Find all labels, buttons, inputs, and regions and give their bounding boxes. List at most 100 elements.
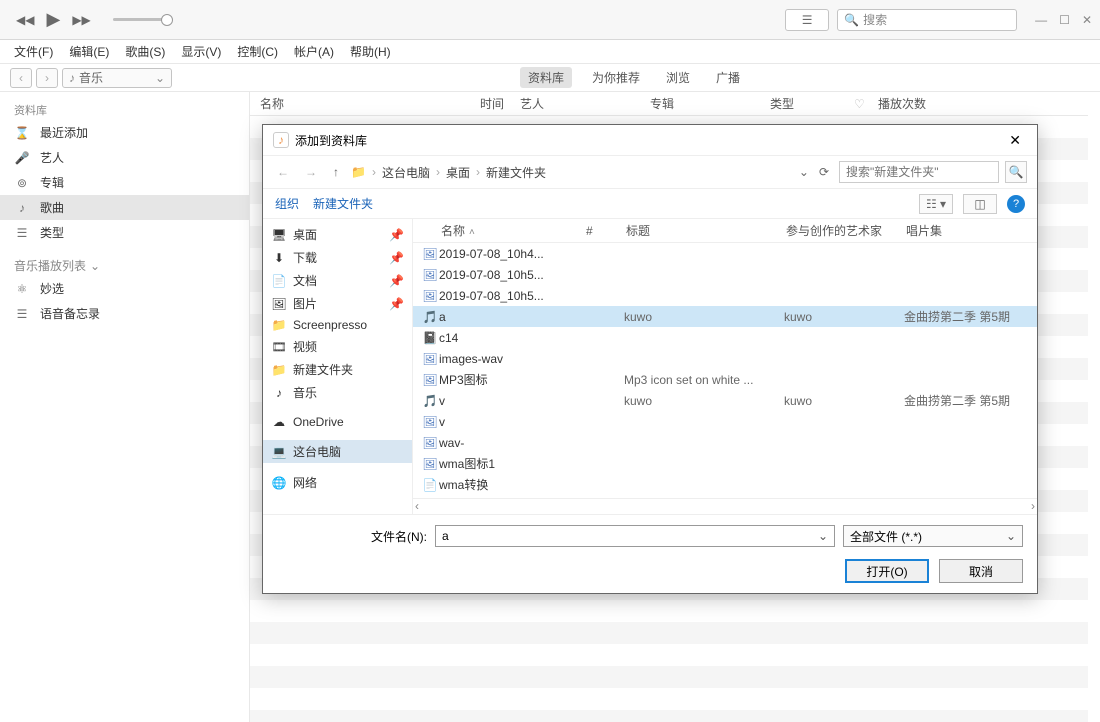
cancel-button[interactable]: 取消 — [939, 559, 1023, 583]
sidebar-item[interactable]: 🎤艺人 — [0, 145, 249, 170]
file-row[interactable]: 🖼wav- — [413, 432, 1037, 453]
file-row[interactable]: 📄wma转换 — [413, 474, 1037, 495]
tree-item[interactable]: 💻这台电脑 — [263, 440, 412, 463]
center-tab[interactable]: 为你推荐 — [586, 67, 646, 88]
filename-input[interactable]: a — [435, 525, 835, 547]
dialog-search-go[interactable]: 🔍 — [1005, 161, 1027, 183]
prev-button[interactable]: ◀◀ — [16, 13, 34, 27]
breadcrumb-item[interactable]: 这台电脑 — [382, 164, 430, 181]
file-col-artist[interactable]: 参与创作的艺术家 — [786, 222, 906, 239]
tree-item[interactable]: ♪音乐 — [263, 381, 412, 404]
dialog-forward-button[interactable]: → — [301, 163, 321, 181]
menu-item[interactable]: 歌曲(S) — [119, 41, 171, 62]
menu-item[interactable]: 编辑(E) — [63, 41, 115, 62]
file-row[interactable]: 🖼MP3图标Mp3 icon set on white ... — [413, 369, 1037, 390]
sidebar-section-library: 资料库 — [0, 100, 249, 120]
volume-slider[interactable] — [113, 18, 173, 21]
minimize-button[interactable]: — — [1035, 13, 1047, 27]
menu-item[interactable]: 控制(C) — [231, 41, 284, 62]
tree-item[interactable]: 📄文档📌 — [263, 269, 412, 292]
view-mode-button[interactable]: ☷ ▾ — [919, 194, 953, 214]
file-row[interactable]: 🖼images-wav — [413, 348, 1037, 369]
close-window-button[interactable]: ✕ — [1082, 13, 1092, 27]
file-col-num[interactable]: # — [586, 224, 626, 238]
center-tab[interactable]: 广播 — [710, 67, 746, 88]
content-columns-header: 名称 时间 艺人 专辑 类型 ♡ 播放次数 — [250, 92, 1088, 116]
music-note-icon: ♪ — [69, 71, 75, 85]
file-name: 2019-07-08_10h5... — [439, 289, 584, 303]
file-artist: kuwo — [784, 394, 904, 408]
file-album: 金曲捞第二季 第5期 — [904, 308, 1037, 325]
dialog-up-button[interactable]: ↑ — [329, 163, 343, 181]
tree-item[interactable]: 🖼图片📌 — [263, 292, 412, 315]
maximize-button[interactable]: ☐ — [1059, 13, 1070, 27]
menu-item[interactable]: 显示(V) — [175, 41, 227, 62]
tree-item[interactable]: ⬇下载📌 — [263, 246, 412, 269]
col-plays[interactable]: 播放次数 — [878, 95, 926, 112]
dialog-close-button[interactable]: ✕ — [1003, 130, 1027, 151]
heart-icon[interactable]: ♡ — [854, 97, 878, 111]
tree-item[interactable]: 📁Screenpresso — [263, 315, 412, 335]
breadcrumb-dropdown[interactable]: ⌄ — [799, 165, 809, 179]
col-album[interactable]: 专辑 — [650, 95, 770, 112]
dialog-back-button[interactable]: ← — [273, 163, 293, 181]
breadcrumb-item[interactable]: 新建文件夹 — [486, 164, 546, 181]
refresh-button[interactable]: ⟳ — [815, 163, 833, 181]
sidebar-item[interactable]: ♪歌曲 — [0, 195, 249, 220]
center-tab[interactable]: 浏览 — [660, 67, 696, 88]
file-row[interactable]: 🖼v — [413, 411, 1037, 432]
center-tab[interactable]: 资料库 — [520, 67, 572, 88]
help-button[interactable]: ? — [1007, 195, 1025, 213]
open-button[interactable]: 打开(O) — [845, 559, 929, 583]
file-row[interactable]: 🎵akuwokuwo金曲捞第二季 第5期 — [413, 306, 1037, 327]
tree-item[interactable]: 🖥桌面📌 — [263, 223, 412, 246]
sidebar-item[interactable]: ⚛妙选 — [0, 276, 249, 301]
forward-button[interactable]: › — [36, 68, 58, 88]
menu-item[interactable]: 文件(F) — [8, 41, 59, 62]
file-name: v — [439, 394, 584, 408]
organize-button[interactable]: 组织 — [275, 195, 299, 212]
tree-item[interactable]: 📁新建文件夹 — [263, 358, 412, 381]
file-filter-select[interactable]: 全部文件 (*.*) — [843, 525, 1023, 547]
file-row[interactable]: 🖼wma图标1 — [413, 453, 1037, 474]
new-folder-button[interactable]: 新建文件夹 — [313, 195, 373, 212]
play-button[interactable]: ▶ — [46, 9, 60, 30]
list-view-toggle[interactable]: ☰ — [785, 9, 829, 31]
file-row[interactable]: 🎵vkuwokuwo金曲捞第二季 第5期 — [413, 390, 1037, 411]
col-artist[interactable]: 艺人 — [520, 95, 650, 112]
sidebar-item[interactable]: ⌛最近添加 — [0, 120, 249, 145]
pin-icon: 📌 — [389, 251, 404, 265]
menu-item[interactable]: 帮助(H) — [344, 41, 397, 62]
breadcrumb-item[interactable]: 桌面 — [446, 164, 470, 181]
back-button[interactable]: ‹ — [10, 68, 32, 88]
tree-item[interactable]: 🌐网络 — [263, 471, 412, 494]
sidebar-item[interactable]: ☰语音备忘录 — [0, 301, 249, 326]
dialog-nav: ← → ↑ 📁 › 这台电脑›桌面›新建文件夹 ⌄ ⟳ 🔍 — [263, 155, 1037, 189]
tree-item[interactable]: ☁OneDrive — [263, 412, 412, 432]
menu-item[interactable]: 帐户(A) — [288, 41, 340, 62]
col-time[interactable]: 时间 — [480, 95, 520, 112]
sidebar-item[interactable]: ⊚专辑 — [0, 170, 249, 195]
search-placeholder: 搜索 — [863, 11, 887, 28]
scroll-right-icon[interactable]: › — [1031, 499, 1035, 514]
file-col-album[interactable]: 唱片集 — [906, 222, 1037, 239]
media-type-selector[interactable]: ♪ 音乐 ⌄ — [62, 68, 172, 88]
file-row[interactable]: 🖼2019-07-08_10h4... — [413, 243, 1037, 264]
preview-pane-button[interactable]: ◫ — [963, 194, 997, 214]
file-row[interactable]: 🖼2019-07-08_10h5... — [413, 264, 1037, 285]
file-row[interactable]: 📓c14 — [413, 327, 1037, 348]
next-button[interactable]: ▶▶ — [72, 13, 90, 27]
dialog-search-input[interactable] — [839, 161, 999, 183]
file-col-title[interactable]: 标题 — [626, 222, 786, 239]
scroll-left-icon[interactable]: ‹ — [415, 499, 419, 514]
horizontal-scrollbar[interactable]: ‹ › — [413, 498, 1037, 514]
sidebar-section-playlists[interactable]: 音乐播放列表 ⌄ — [0, 255, 249, 276]
col-name[interactable]: 名称 — [260, 95, 480, 112]
file-row[interactable]: 🖼2019-07-08_10h5... — [413, 285, 1037, 306]
sidebar-item[interactable]: ☰类型 — [0, 220, 249, 245]
search-input[interactable]: 🔍 搜索 — [837, 9, 1017, 31]
file-col-name[interactable]: 名称 — [441, 222, 586, 239]
file-type-icon: 🖼 — [421, 352, 439, 366]
col-type[interactable]: 类型 — [770, 95, 854, 112]
tree-item[interactable]: 🎞视频 — [263, 335, 412, 358]
